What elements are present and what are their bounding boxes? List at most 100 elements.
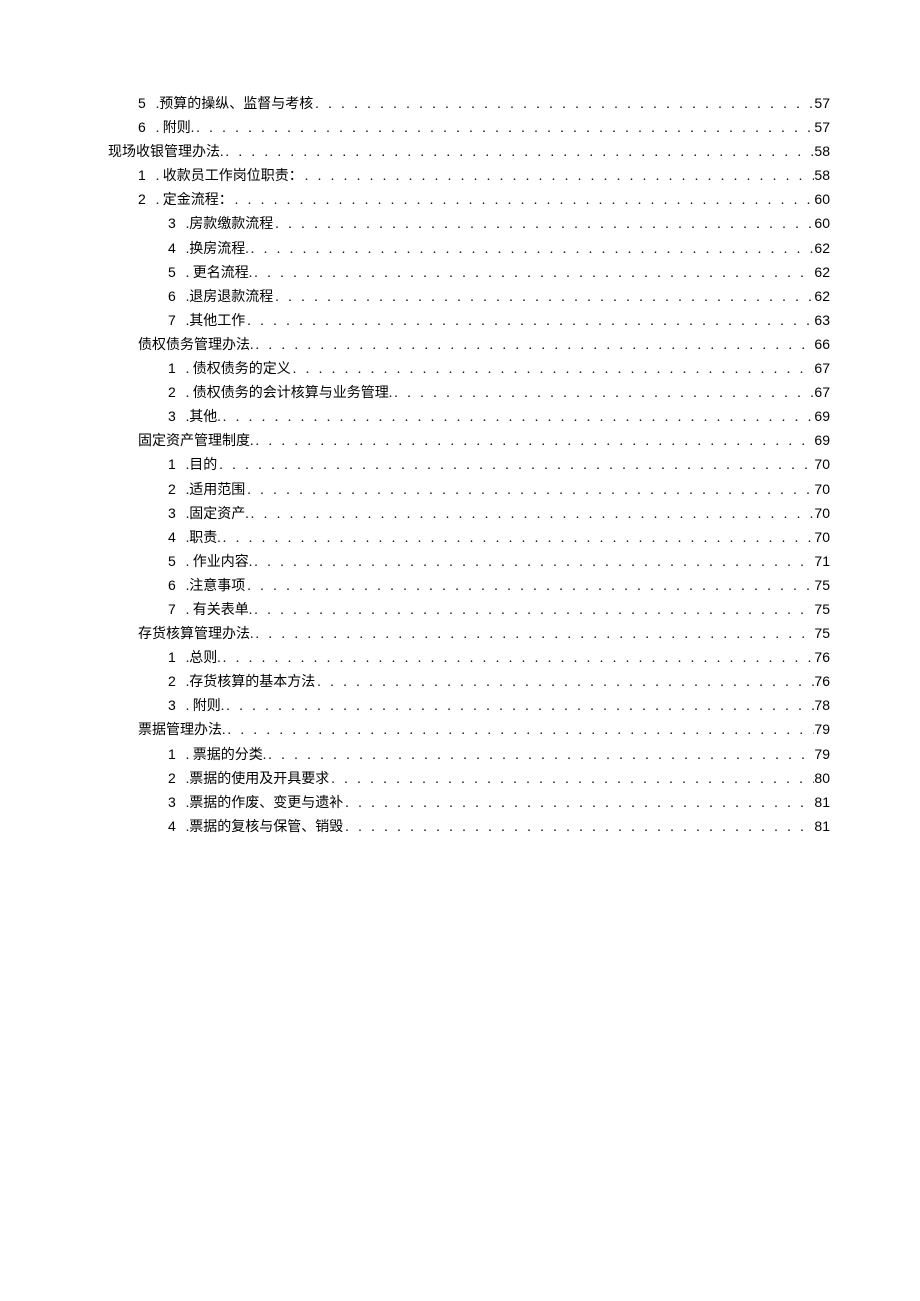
toc-entry-label: .目的 xyxy=(186,454,218,477)
toc-entry: 2. 定金流程：. . . . . . . . . . . . . . . . … xyxy=(90,188,830,212)
toc-entry: 1. 收款员工作岗位职责：. . . . . . . . . . . . . .… xyxy=(90,164,830,188)
toc-leader-dots: . . . . . . . . . . . . . . . . . . . . … xyxy=(245,479,814,502)
toc-leader-dots: . . . . . . . . . . . . . . . . . . . . … xyxy=(291,358,815,381)
toc-entry-number: 6 xyxy=(138,116,156,139)
toc-entry: 2.票据的使用及开具要求. . . . . . . . . . . . . . … xyxy=(90,767,830,791)
toc-leader-dots: . . . . . . . . . . . . . . . . . . . . … xyxy=(249,238,815,261)
toc-leader-dots: . . . . . . . . . . . . . . . . . . . . … xyxy=(252,262,814,285)
toc-entry-label: 存货核算管理办法. xyxy=(138,623,254,646)
toc-entry-label: . 定金流程： xyxy=(156,189,233,212)
toc-entry-label: .总则. xyxy=(186,647,221,670)
toc-entry-page: 60 xyxy=(814,188,830,211)
toc-entry-page: 70 xyxy=(814,453,830,476)
toc-entry-label: . 债权债务的定义 xyxy=(186,358,291,381)
toc-leader-dots: . . . . . . . . . . . . . . . . . . . . … xyxy=(252,551,814,574)
toc-leader-dots: . . . . . . . . . . . . . . . . . . . . … xyxy=(313,93,814,116)
toc-entry-page: 57 xyxy=(814,92,830,115)
toc-entry: 4.职责.. . . . . . . . . . . . . . . . . .… xyxy=(90,526,830,550)
toc-entry-number: 1 xyxy=(168,453,186,476)
toc-entry-page: 67 xyxy=(814,357,830,380)
toc-entry-number: 4 xyxy=(168,526,186,549)
toc-leader-dots: . . . . . . . . . . . . . . . . . . . . … xyxy=(254,430,815,453)
toc-entry-page: 81 xyxy=(814,791,830,814)
toc-entry-page: 62 xyxy=(814,261,830,284)
toc-entry-page: 57 xyxy=(814,116,830,139)
toc-leader-dots: . . . . . . . . . . . . . . . . . . . . … xyxy=(343,792,814,815)
toc-entry-label: 固定资产管理制度. xyxy=(138,430,254,453)
toc-entry-label: 债权债务管理办法. xyxy=(138,334,254,357)
document-page: 5.预算的操纵、监督与考核. . . . . . . . . . . . . .… xyxy=(0,0,920,1301)
toc-entry-page: 79 xyxy=(814,718,830,741)
toc-entry-label: .预算的操纵、监督与考核 xyxy=(156,93,314,116)
toc-entry: 6.退房退款流程. . . . . . . . . . . . . . . . … xyxy=(90,285,830,309)
toc-entry-number: 1 xyxy=(168,646,186,669)
table-of-contents: 5.预算的操纵、监督与考核. . . . . . . . . . . . . .… xyxy=(90,92,830,839)
toc-entry: 7.其他工作. . . . . . . . . . . . . . . . . … xyxy=(90,309,830,333)
toc-leader-dots: . . . . . . . . . . . . . . . . . . . . … xyxy=(221,647,815,670)
toc-entry-number: 1 xyxy=(168,743,186,766)
toc-entry-page: 62 xyxy=(814,285,830,308)
toc-entry-page: 75 xyxy=(814,622,830,645)
toc-entry: 5. 更名流程.. . . . . . . . . . . . . . . . … xyxy=(90,261,830,285)
toc-entry-number: 4 xyxy=(168,815,186,838)
toc-entry-number: 1 xyxy=(168,357,186,380)
toc-entry-label: .票据的作废、变更与遗补 xyxy=(186,792,344,815)
toc-entry-number: 3 xyxy=(168,694,186,717)
toc-entry-label: . 附则. xyxy=(156,117,195,140)
toc-entry-label: . 作业内容. xyxy=(186,551,253,574)
toc-entry-number: 2 xyxy=(168,767,186,790)
toc-leader-dots: . . . . . . . . . . . . . . . . . . . . … xyxy=(315,671,814,694)
toc-entry-page: 75 xyxy=(814,598,830,621)
toc-entry-number: 5 xyxy=(168,550,186,573)
toc-entry-page: 63 xyxy=(814,309,830,332)
toc-entry-page: 60 xyxy=(814,212,830,235)
toc-leader-dots: . . . . . . . . . . . . . . . . . . . . … xyxy=(224,695,814,718)
toc-entry-page: 76 xyxy=(814,646,830,669)
toc-entry-number: 4 xyxy=(168,237,186,260)
toc-entry-label: 票据管理办法. xyxy=(138,719,226,742)
toc-leader-dots: . . . . . . . . . . . . . . . . . . . . … xyxy=(233,189,815,212)
toc-leader-dots: . . . . . . . . . . . . . . . . . . . . … xyxy=(217,454,814,477)
toc-entry: 1.总则.. . . . . . . . . . . . . . . . . .… xyxy=(90,646,830,670)
toc-entry-page: 69 xyxy=(814,405,830,428)
toc-leader-dots: . . . . . . . . . . . . . . . . . . . . … xyxy=(273,213,814,236)
toc-entry-label: . 更名流程. xyxy=(186,262,253,285)
toc-entry-page: 76 xyxy=(814,670,830,693)
toc-leader-dots: . . . . . . . . . . . . . . . . . . . . … xyxy=(245,575,814,598)
toc-entry: 存货核算管理办法.. . . . . . . . . . . . . . . .… xyxy=(90,622,830,646)
toc-entry-page: 78 xyxy=(814,694,830,717)
toc-leader-dots: . . . . . . . . . . . . . . . . . . . . … xyxy=(226,719,815,742)
toc-entry: 1. 票据的分类.. . . . . . . . . . . . . . . .… xyxy=(90,743,830,767)
toc-entry-label: .固定资产. xyxy=(186,503,249,526)
toc-entry-number: 7 xyxy=(168,309,186,332)
toc-entry: 3.票据的作废、变更与遗补. . . . . . . . . . . . . .… xyxy=(90,791,830,815)
toc-entry: 2. 债权债务的会计核算与业务管理.. . . . . . . . . . . … xyxy=(90,381,830,405)
toc-entry-label: .退房退款流程 xyxy=(186,286,274,309)
toc-entry: 3. 附则.. . . . . . . . . . . . . . . . . … xyxy=(90,694,830,718)
toc-entry-label: .其他工作 xyxy=(186,310,246,333)
toc-leader-dots: . . . . . . . . . . . . . . . . . . . . … xyxy=(329,768,814,791)
toc-entry-page: 67 xyxy=(814,381,830,404)
toc-leader-dots: . . . . . . . . . . . . . . . . . . . . … xyxy=(252,599,814,622)
toc-entry-number: 1 xyxy=(138,164,156,187)
toc-entry-label: . 票据的分类. xyxy=(186,744,267,767)
toc-leader-dots: . . . . . . . . . . . . . . . . . . . . … xyxy=(249,503,815,526)
toc-entry-page: 81 xyxy=(814,815,830,838)
toc-entry-number: 5 xyxy=(138,92,156,115)
toc-entry-number: 3 xyxy=(168,791,186,814)
toc-leader-dots: . . . . . . . . . . . . . . . . . . . . … xyxy=(221,527,815,550)
toc-entry-label: .注意事项 xyxy=(186,575,246,598)
toc-entry: 现场收银管理办法.. . . . . . . . . . . . . . . .… xyxy=(90,140,830,164)
toc-entry: 3.固定资产.. . . . . . . . . . . . . . . . .… xyxy=(90,502,830,526)
toc-entry: 1. 债权债务的定义. . . . . . . . . . . . . . . … xyxy=(90,357,830,381)
toc-entry-page: 70 xyxy=(814,502,830,525)
toc-entry-number: 2 xyxy=(168,670,186,693)
toc-entry: 2.存货核算的基本方法. . . . . . . . . . . . . . .… xyxy=(90,670,830,694)
toc-entry-label: 现场收银管理办法. xyxy=(108,141,224,164)
toc-entry: 3.房款缴款流程. . . . . . . . . . . . . . . . … xyxy=(90,212,830,236)
toc-entry-page: 58 xyxy=(814,140,830,163)
toc-entry-label: . 债权债务的会计核算与业务管理. xyxy=(186,382,393,405)
toc-entry: 5.预算的操纵、监督与考核. . . . . . . . . . . . . .… xyxy=(90,92,830,116)
toc-leader-dots: . . . . . . . . . . . . . . . . . . . . … xyxy=(343,816,814,839)
toc-entry: 4.换房流程.. . . . . . . . . . . . . . . . .… xyxy=(90,237,830,261)
